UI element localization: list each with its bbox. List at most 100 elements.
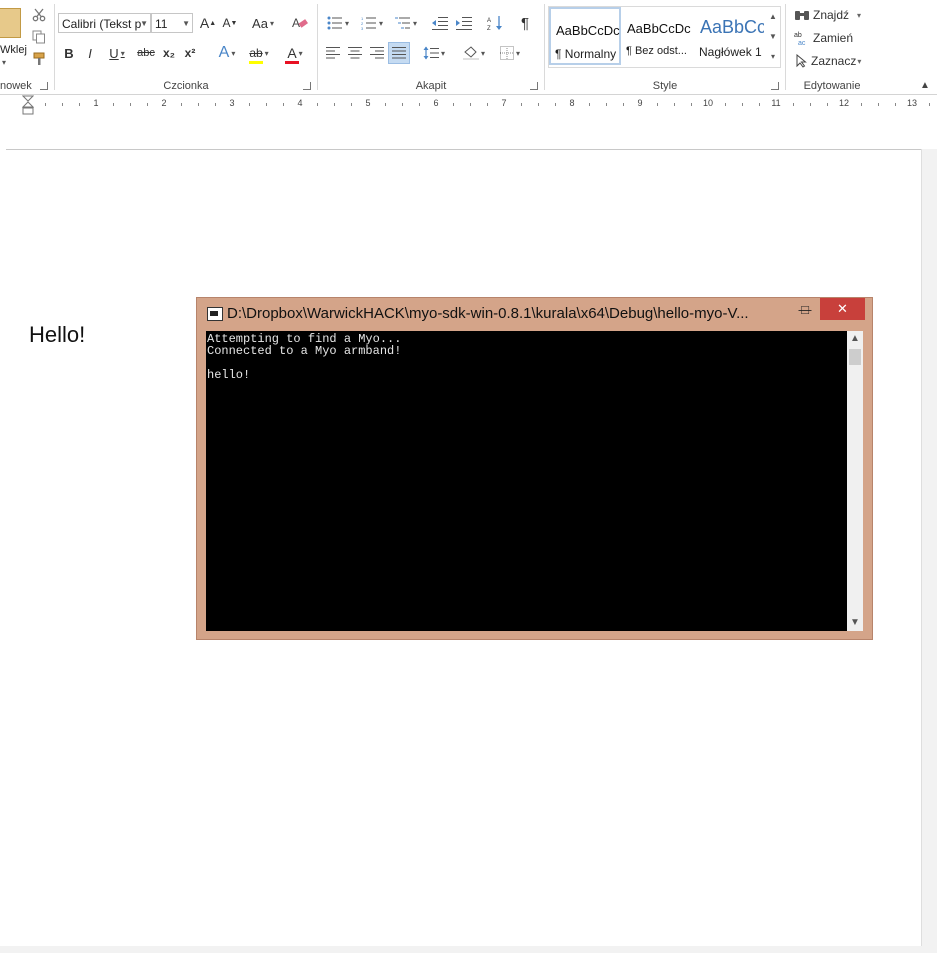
scroll-up-icon[interactable]: ▲: [847, 331, 863, 347]
decrease-indent-button[interactable]: [429, 12, 451, 34]
bold-button[interactable]: B: [59, 42, 79, 64]
align-center-button[interactable]: [344, 42, 366, 64]
font-launcher-icon[interactable]: [303, 82, 311, 90]
ruler-number: 11: [771, 98, 781, 108]
clear-formatting-button[interactable]: A: [289, 12, 311, 34]
bullets-button[interactable]: [322, 12, 354, 34]
replace-button[interactable]: ab ac Zamień: [794, 29, 853, 47]
italic-button[interactable]: I: [80, 42, 100, 64]
console-window[interactable]: D:\Dropbox\WarwickHACK\myo-sdk-win-0.8.1…: [196, 297, 873, 640]
line-spacing-icon: [423, 46, 439, 60]
align-left-icon: [326, 47, 340, 59]
chevron-up-icon[interactable]: ▲: [917, 78, 933, 92]
font-color-button[interactable]: A: [279, 42, 311, 64]
shrink-font-icon: A: [222, 16, 231, 30]
ruler-tick: [249, 103, 250, 106]
ruler-tick: [147, 103, 148, 106]
find-button[interactable]: Znajdź ▾: [794, 6, 861, 24]
borders-icon: [499, 46, 514, 60]
ruler-number: 1: [93, 98, 99, 108]
console-title: D:\Dropbox\WarwickHACK\myo-sdk-win-0.8.1…: [227, 305, 749, 322]
paste-dropdown-icon[interactable]: ▾: [2, 58, 6, 67]
cut-icon[interactable]: [30, 6, 48, 24]
paste-button-label[interactable]: Wklej: [0, 44, 27, 56]
ruler-number: 4: [297, 98, 303, 108]
svg-text:Z: Z: [487, 26, 491, 31]
copy-icon[interactable]: [30, 28, 48, 46]
ruler-tick: [113, 103, 114, 106]
chevron-down-icon[interactable]: ▾: [857, 11, 861, 20]
text-effects-button[interactable]: A: [212, 42, 242, 64]
scroll-down-icon[interactable]: ▼: [847, 615, 863, 631]
console-output[interactable]: Attempting to find a Myo... Connected to…: [206, 331, 847, 631]
ruler-tick: [334, 103, 335, 106]
ruler-number: 6: [433, 98, 439, 108]
console-scrollbar[interactable]: ▲ ▼: [847, 331, 863, 631]
indent-marker-icon[interactable]: [22, 95, 34, 115]
ruler-tick: [266, 103, 267, 106]
shading-button[interactable]: [458, 42, 490, 64]
change-case-button[interactable]: Aa: [248, 12, 278, 34]
strikethrough-icon: abc: [137, 47, 155, 59]
bold-icon: B: [64, 45, 74, 61]
ruler-number: 2: [161, 98, 167, 108]
ruler-tick: [283, 103, 284, 106]
highlighter-icon: ab: [249, 46, 263, 64]
ruler-tick: [929, 103, 930, 106]
font-size-combobox[interactable]: 11 ▼: [151, 13, 193, 33]
ruler-tick: [827, 103, 828, 106]
multilevel-list-button[interactable]: [390, 12, 422, 34]
ruler-tick: [742, 103, 743, 106]
ruler-tick: [487, 103, 488, 106]
paragraph-launcher-icon[interactable]: [530, 82, 538, 90]
strikethrough-button[interactable]: abc: [135, 42, 157, 64]
chevron-down-icon[interactable]: ▼: [182, 14, 190, 32]
close-button[interactable]: ✕: [820, 298, 865, 320]
align-right-button[interactable]: [366, 42, 388, 64]
styles-group-label: Style: [652, 80, 678, 92]
font-name-combobox[interactable]: Calibri (Tekst p ▼: [58, 13, 151, 33]
superscript-button[interactable]: x²: [180, 42, 200, 64]
chevron-down-icon[interactable]: ▼: [140, 14, 148, 32]
grow-font-icon: A: [199, 15, 210, 31]
numbering-button[interactable]: 123: [356, 12, 388, 34]
increase-indent-button[interactable]: [453, 12, 475, 34]
align-center-icon: [348, 47, 362, 59]
ruler-tick: [657, 103, 658, 106]
replace-icon: abac: [794, 32, 806, 46]
chevron-down-icon[interactable]: ▾: [857, 57, 861, 66]
underline-icon: U: [109, 45, 119, 61]
grow-font-button[interactable]: A ▲: [198, 12, 218, 34]
document-text[interactable]: Hello!: [29, 322, 85, 348]
clipboard-launcher-icon[interactable]: [40, 82, 48, 90]
decrease-indent-icon: [432, 17, 448, 30]
page-margin-right: [921, 149, 937, 953]
paste-icon[interactable]: [0, 8, 21, 38]
ruler-number: 12: [838, 98, 850, 108]
scroll-thumb[interactable]: [849, 349, 861, 365]
shrink-font-button[interactable]: A ▼: [220, 12, 240, 34]
ruler-tick: [181, 103, 182, 106]
highlight-button[interactable]: ab: [243, 42, 275, 64]
underline-button[interactable]: U: [101, 42, 133, 64]
line-spacing-button[interactable]: [418, 42, 450, 64]
show-formatting-button[interactable]: ¶: [514, 12, 536, 34]
align-left-button[interactable]: [322, 42, 344, 64]
ruler-tick: [759, 103, 760, 106]
editing-group-label: Edytowanie: [803, 80, 861, 92]
borders-button[interactable]: [494, 42, 526, 64]
sort-button[interactable]: AZ: [484, 12, 506, 34]
console-app-icon[interactable]: [207, 307, 223, 321]
ruler-tick: [810, 103, 811, 106]
ruler-tick: [674, 103, 675, 106]
select-button[interactable]: Zaznacz ▾: [796, 52, 861, 70]
format-painter-icon[interactable]: [30, 50, 48, 68]
ruler-tick: [45, 103, 46, 106]
ruler-tick: [895, 103, 896, 106]
subscript-button[interactable]: x₂: [159, 42, 179, 64]
justify-button[interactable]: [388, 42, 410, 64]
multilevel-list-icon: [394, 17, 410, 29]
ruler-tick: [198, 103, 199, 106]
styles-launcher-icon[interactable]: [771, 82, 779, 90]
ruler-tick: [623, 103, 624, 106]
